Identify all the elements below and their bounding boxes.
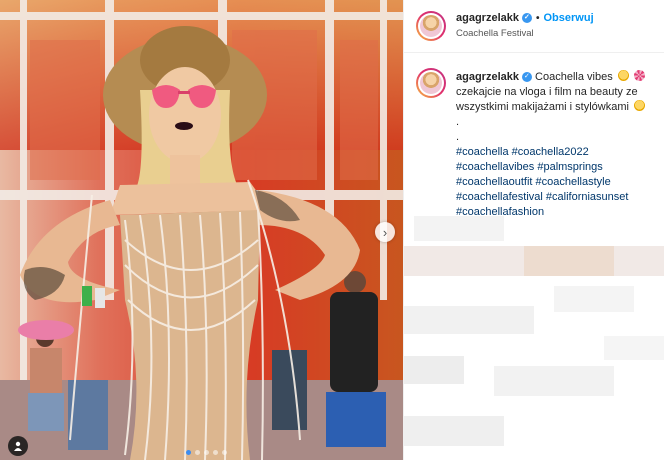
avatar[interactable]	[416, 11, 446, 41]
caption-dot: .	[456, 116, 460, 128]
caption-avatar[interactable]	[416, 68, 446, 98]
hashtag-link[interactable]: #coachellavibes	[456, 161, 534, 173]
hashtag-link[interactable]: #coachellafestival	[456, 191, 543, 203]
hashtag-line: #coachellafestival #californiasunset	[456, 190, 658, 205]
carousel-dot[interactable]	[222, 450, 227, 455]
post-photo[interactable]: ›	[0, 0, 403, 460]
hashtag-line: #coachellavibes #palmsprings	[456, 160, 658, 175]
header-username[interactable]: agagrzelakk	[456, 12, 519, 24]
separator-dot: •	[535, 13, 540, 24]
user-tag-icon	[14, 441, 22, 451]
caption-username[interactable]: agagrzelakk	[456, 71, 519, 83]
hashtag-link[interactable]: #palmsprings	[537, 161, 602, 173]
disco-ball-emoji-icon	[633, 70, 645, 81]
heart-eyes-emoji-icon	[634, 100, 646, 111]
hashtag-link[interactable]: #coachellastyle	[536, 176, 611, 188]
caption-dot: .	[456, 131, 460, 143]
chevron-right-icon: ›	[382, 224, 388, 240]
carousel-dot[interactable]	[186, 450, 191, 455]
hashtag-list: #coachella #coachella2022 #coachellavibes…	[456, 145, 658, 220]
hashtag-line: #coachella #coachella2022	[456, 145, 658, 160]
post-header: agagrzelakk ✓ • Obserwuj Coachella Festival	[404, 0, 664, 53]
hashtag-link[interactable]: #coachella2022	[512, 146, 589, 158]
post-caption: agagrzelakk ✓ Coachella vibes czekajcie n…	[456, 70, 658, 220]
carousel-dot[interactable]	[213, 450, 218, 455]
next-slide-button[interactable]: ›	[375, 222, 395, 242]
caption-text: Coachella vibes	[535, 71, 613, 83]
header-user-row: agagrzelakk ✓ • Obserwuj	[456, 12, 594, 24]
verified-badge-icon: ✓	[521, 72, 532, 83]
hashtag-line: #coachellaoutfit #coachellastyle	[456, 175, 658, 190]
carousel-dot[interactable]	[204, 450, 209, 455]
heart-eyes-emoji-icon	[617, 70, 629, 81]
location-link[interactable]: Coachella Festival	[456, 28, 534, 39]
festival-photo-image	[0, 0, 403, 460]
verified-badge-icon: ✓	[521, 13, 532, 24]
hashtag-link[interactable]: #coachella	[456, 146, 509, 158]
blurred-comments-area	[404, 216, 664, 460]
tagged-users-button[interactable]	[8, 436, 28, 456]
hashtag-link[interactable]: #californiasunset	[546, 191, 629, 203]
carousel-indicator	[186, 450, 227, 455]
carousel-dot[interactable]	[195, 450, 200, 455]
post-sidebar: agagrzelakk ✓ • Obserwuj Coachella Festival…	[403, 0, 664, 460]
follow-button[interactable]: Obserwuj	[544, 12, 594, 24]
caption-text-2: czekajcie na vloga i film na beauty ze w…	[456, 86, 638, 113]
hashtag-link[interactable]: #coachellaoutfit	[456, 176, 532, 188]
